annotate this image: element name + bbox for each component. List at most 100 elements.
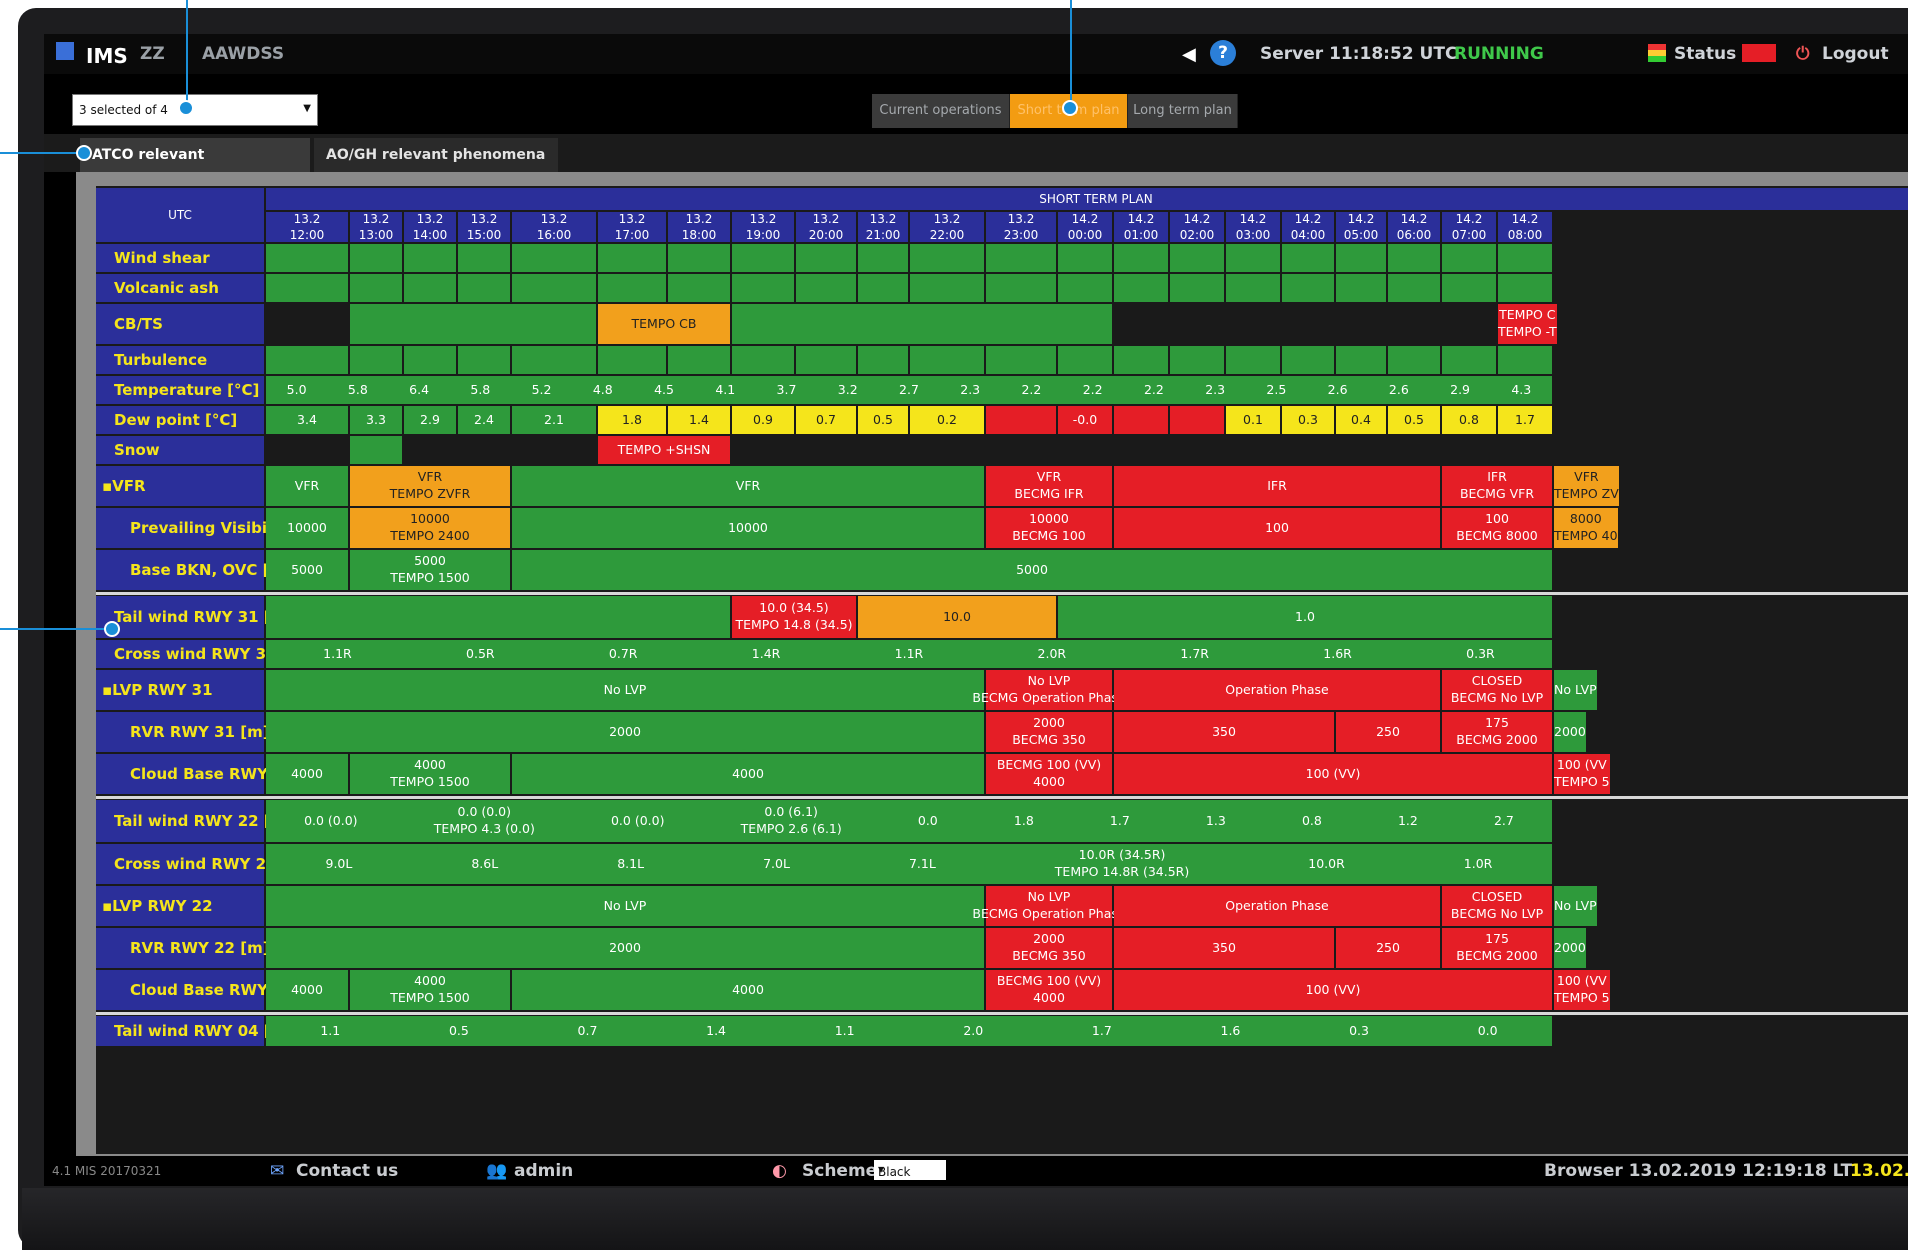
plan-cell: No LVP: [1554, 886, 1597, 926]
cell-value: 4.1: [715, 381, 736, 397]
cell-value: 0.3: [1349, 1022, 1369, 1038]
status-label[interactable]: Status: [1674, 44, 1736, 64]
mode-long-term-plan[interactable]: Long term plan: [1128, 94, 1238, 128]
cell-value: 1.2: [1397, 812, 1418, 828]
time-header: 14.2 07:00: [1442, 212, 1496, 242]
time-header: 13.2 12:00: [266, 212, 348, 242]
plan-cell: [598, 346, 666, 374]
app-title: IMS: [86, 44, 128, 68]
mode-current-operations[interactable]: Current operations: [872, 94, 1010, 128]
help-icon[interactable]: ?: [1210, 40, 1236, 66]
cell-value: 2.2: [1021, 381, 1042, 397]
plan-cell: 9.0L 8.6L 8.1L 7.0L 7.1L 10.0R (34.5R) TEMPO …: [266, 844, 1552, 884]
cell-value: 0.3R: [1466, 645, 1495, 661]
cell-value: 6.4: [409, 381, 430, 397]
plan-cell: [1388, 244, 1440, 272]
plan-cell: [858, 346, 908, 374]
plan-cell: 10000 BECMG 100: [986, 508, 1112, 548]
plan-cell: 1.1 0.5 0.7 1.4 1.1 2.0 1.7 1.6 0.3 0.0: [266, 1016, 1552, 1046]
plan-cell: [512, 244, 596, 272]
row-label: Volcanic ash: [96, 274, 264, 302]
plan-cell: [910, 274, 984, 302]
plan-cell: [1388, 274, 1440, 302]
plan-cell: 4000 TEMPO 1500: [350, 754, 510, 794]
plan-cell: [668, 346, 730, 374]
plan-cell: [1442, 274, 1496, 302]
plan-cell: [404, 274, 456, 302]
cell-value: 0.7R: [608, 645, 638, 661]
plan-cell: 100 (VV): [1114, 970, 1552, 1010]
cell-value: 0.5: [448, 1022, 469, 1038]
plan-cell: [1282, 346, 1334, 374]
plan-cell: [458, 346, 510, 374]
menu-icon[interactable]: [56, 42, 74, 60]
tab-aogh[interactable]: AO/GH relevant phenomena: [314, 138, 558, 172]
browser-time: Browser 13.02.2019 12:19:18 LT: [1544, 1161, 1853, 1181]
section-separator: [96, 592, 1908, 595]
plan-cell: VFR: [512, 466, 984, 506]
plan-cell: 100 (VV TEMPO 5: [1554, 970, 1610, 1010]
plan-cell: [1114, 274, 1168, 302]
dewpoint-cell: 0.2: [910, 406, 984, 434]
plan-cell: [796, 274, 856, 302]
plan-cell: [986, 274, 1056, 302]
system-name: AAWDSS: [202, 44, 285, 64]
plan-cell: CLOSED BECMG No LVP: [1442, 886, 1552, 926]
cell-value: 1.6: [1220, 1022, 1241, 1038]
time-header: 13.2 18:00: [668, 212, 730, 242]
cell-value: 0.0: [917, 812, 938, 828]
plan-cell: 10000: [266, 508, 348, 548]
scheme-select[interactable]: Black ▾: [874, 1160, 946, 1180]
plan-cell: [732, 274, 794, 302]
cell-value: 2.6: [1327, 381, 1348, 397]
plan-cell: [986, 244, 1056, 272]
server-state: RUNNING: [1454, 44, 1544, 64]
cell-value: 2.3: [1205, 381, 1226, 397]
dewpoint-cell: -0.0: [1058, 406, 1112, 434]
callout-dot-mode: [1062, 100, 1078, 116]
contact-icon: ✉: [270, 1161, 285, 1181]
plan-cell: 2000: [266, 712, 984, 752]
plan-cell: [598, 244, 666, 272]
cell-value: 4.3: [1511, 381, 1532, 397]
logout-link[interactable]: Logout: [1822, 44, 1889, 64]
cell-value: 2.6: [1388, 381, 1409, 397]
plan-cell: [1336, 346, 1386, 374]
plan-cell: 250: [1336, 928, 1440, 968]
cell-value: 1.6R: [1323, 645, 1352, 661]
contact-link[interactable]: Contact us: [296, 1161, 398, 1181]
plan-cell: 5.0 5.8 6.4 5.8 5.2 4.8 4.5 4.1 3.7 3.2 2.7 2.3 2.2 2…: [266, 376, 1552, 404]
cell-value: 4.8: [592, 381, 613, 397]
user-label[interactable]: admin: [514, 1161, 573, 1181]
plan-cell: [986, 346, 1056, 374]
time-header: 13.2 13:00: [350, 212, 402, 242]
logout-icon[interactable]: ⏻: [1796, 44, 1809, 64]
dewpoint-cell: 2.9: [404, 406, 456, 434]
server-time: Server 11:18:52 UTC: [1260, 44, 1458, 64]
table-title: SHORT TERM PLAN: [266, 188, 1908, 210]
cell-value: 2.7: [899, 381, 919, 397]
plan-cell: [1282, 274, 1334, 302]
plan-cell: 4000: [266, 970, 348, 1010]
time-header: 13.2 22:00: [910, 212, 984, 242]
dewpoint-cell: 1.4: [668, 406, 730, 434]
plan-cell: [1498, 274, 1552, 302]
plan-cell: No LVP: [266, 886, 984, 926]
plan-cell: [858, 244, 908, 272]
row-label: Turbulence: [96, 346, 264, 374]
plan-cell: 10.0: [858, 596, 1056, 638]
time-header: 14.2 00:00: [1058, 212, 1112, 242]
tab-atco[interactable]: ATCO relevant phenomena: [80, 138, 310, 197]
cell-value: 8.1L: [617, 855, 645, 871]
plan-cell: [1058, 346, 1112, 374]
plan-cell: [404, 346, 456, 374]
dewpoint-cell: [1170, 406, 1224, 434]
cell-value: 7.0L: [763, 855, 790, 871]
cell-value: 2.0R: [1037, 645, 1067, 661]
dewpoint-cell: 2.4: [458, 406, 510, 434]
row-label: RVR RWY 22 [m]: [96, 928, 270, 968]
monitor-chin: [22, 1188, 1908, 1250]
area-selector[interactable]: 3 selected of 4 ▼: [72, 94, 318, 126]
back-icon[interactable]: ◀: [1182, 44, 1196, 65]
cell-value: 10.0R (34.5R) TEMPO 14.8R (34.5R): [1054, 847, 1190, 879]
